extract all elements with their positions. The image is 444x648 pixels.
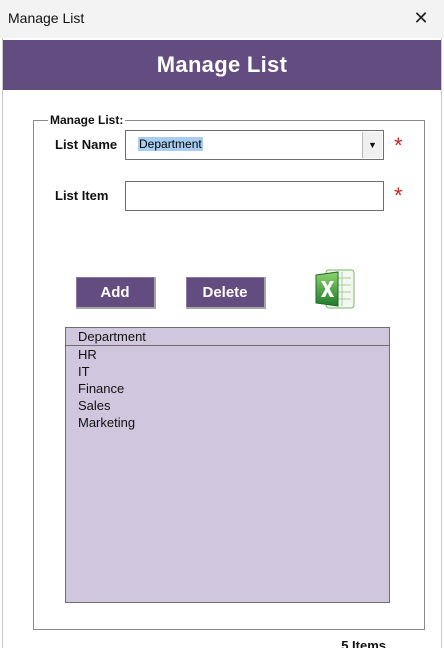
item-count: 5 Items [341,638,386,648]
window-title: Manage List [8,10,85,26]
list-item[interactable]: Sales [66,397,389,414]
title-bar: Manage List ✕ [0,0,444,38]
list-item-input[interactable] [125,181,384,211]
group-legend: Manage List: [48,113,126,127]
list-items-listbox[interactable]: Department HR IT Finance Sales Marketing [65,327,390,603]
list-item[interactable]: Marketing [66,414,389,431]
list-name-value: Department [138,137,203,151]
page-title: Manage List [156,52,288,77]
list-item-required-icon: * [394,183,403,208]
dropdown-arrow-icon[interactable]: ▼ [362,132,382,158]
list-name-combobox[interactable]: Department ▼ [125,130,384,160]
list-name-label: List Name [55,137,118,152]
list-item-label: List Item [55,188,109,203]
list-item[interactable]: Finance [66,380,389,397]
header-banner: Manage List [3,40,441,90]
close-icon[interactable]: ✕ [398,0,444,36]
list-column-header: Department [66,328,389,346]
add-button[interactable]: Add [76,277,156,309]
list-item[interactable]: HR [66,346,389,363]
manage-list-group: Manage List: List Name Department ▼ * Li… [33,113,425,648]
excel-icon[interactable] [314,266,356,312]
manage-list-window: Manage List ✕ Manage List Manage List: L… [0,0,444,648]
dialog-body: Manage List Manage List: List Name Depar… [2,38,442,648]
delete-button[interactable]: Delete [186,277,266,309]
list-item[interactable]: IT [66,363,389,380]
list-name-required-icon: * [394,133,403,158]
